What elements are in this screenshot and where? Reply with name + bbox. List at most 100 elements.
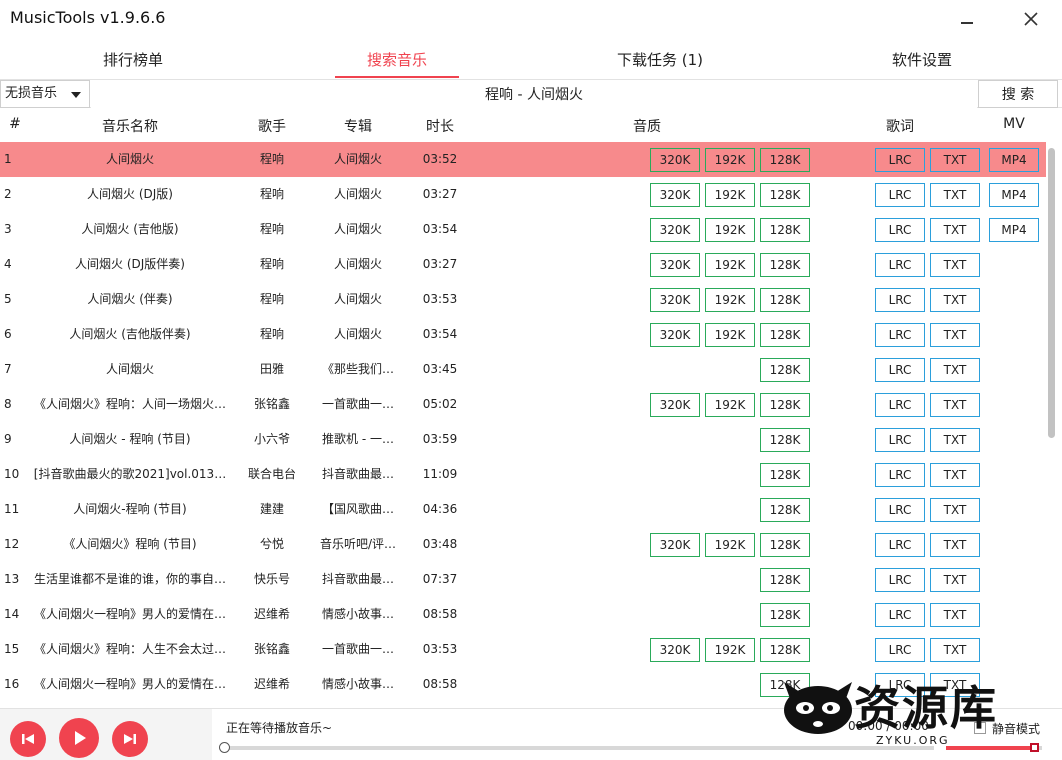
quality-320k-button[interactable]: 320K [650, 638, 700, 662]
lyrics-lrc-button[interactable]: LRC [875, 323, 925, 347]
lyrics-lrc-button[interactable]: LRC [875, 393, 925, 417]
tab-search[interactable]: 搜索音乐 [335, 40, 459, 78]
lyrics-txt-button[interactable]: TXT [930, 358, 980, 382]
lyrics-txt-button[interactable]: TXT [930, 603, 980, 627]
mv-mp4-button[interactable]: MP4 [989, 218, 1039, 242]
table-row[interactable]: 11 人间烟火-程响 (节目) 建建 【国风歌曲… 04:36 128K LRC TXT [0, 492, 1046, 527]
table-row[interactable]: 15 《人间烟火》程响：人生不会太过… 张铭鑫 一首歌曲一… 03:53 320K 192K… [0, 632, 1046, 667]
lyrics-txt-button[interactable]: TXT [930, 638, 980, 662]
lyrics-txt-button[interactable]: TXT [930, 568, 980, 592]
quality-128k-button[interactable]: 128K [760, 533, 810, 557]
quality-192k-button[interactable]: 192K [705, 393, 755, 417]
quality-192k-button[interactable]: 192K [705, 638, 755, 662]
lyrics-lrc-button[interactable]: LRC [875, 533, 925, 557]
quality-192k-button[interactable]: 192K [705, 533, 755, 557]
quality-192k-button[interactable]: 192K [705, 183, 755, 207]
table-row[interactable]: 5 人间烟火 (伴奏) 程响 人间烟火 03:53 320K 192K 128K LRC TXT [0, 282, 1046, 317]
lyrics-lrc-button[interactable]: LRC [875, 673, 925, 697]
table-row[interactable]: 12 《人间烟火》程响 (节目) 兮悦 音乐听吧/评… 03:48 320K 192K 128… [0, 527, 1046, 562]
quality-128k-button[interactable]: 128K [760, 498, 810, 522]
lyrics-lrc-button[interactable]: LRC [875, 358, 925, 382]
lyrics-lrc-button[interactable]: LRC [875, 428, 925, 452]
quality-128k-button[interactable]: 128K [760, 638, 810, 662]
volume-slider[interactable] [946, 743, 1042, 752]
quality-320k-button[interactable]: 320K [650, 148, 700, 172]
quality-320k-button[interactable]: 320K [650, 533, 700, 557]
search-button[interactable]: 搜 索 [978, 80, 1058, 108]
quality-320k-button[interactable]: 320K [650, 218, 700, 242]
lyrics-lrc-button[interactable]: LRC [875, 603, 925, 627]
lyrics-txt-button[interactable]: TXT [930, 323, 980, 347]
volume-knob[interactable] [1030, 743, 1040, 752]
quality-128k-button[interactable]: 128K [760, 673, 810, 697]
quality-320k-button[interactable]: 320K [650, 183, 700, 207]
scrollbar[interactable] [1046, 142, 1058, 702]
previous-button[interactable] [10, 721, 46, 757]
lyrics-txt-button[interactable]: TXT [930, 673, 980, 697]
quality-128k-button[interactable]: 128K [760, 428, 810, 452]
lyrics-txt-button[interactable]: TXT [930, 148, 980, 172]
quality-128k-button[interactable]: 128K [760, 463, 810, 487]
tab-charts[interactable]: 排行榜单 [62, 40, 204, 78]
table-row[interactable]: 8 《人间烟火》程响：人间一场烟火… 张铭鑫 一首歌曲一… 05:02 320K 192K 1… [0, 387, 1046, 422]
table-row[interactable]: 16 《人间烟火一程响》男人的爱情在… 迟维希 情感小故事… 08:58 128K LRC T… [0, 667, 1046, 702]
lyrics-txt-button[interactable]: TXT [930, 463, 980, 487]
quality-128k-button[interactable]: 128K [760, 183, 810, 207]
lyrics-txt-button[interactable]: TXT [930, 218, 980, 242]
quality-128k-button[interactable]: 128K [760, 253, 810, 277]
mv-mp4-button[interactable]: MP4 [989, 183, 1039, 207]
table-row[interactable]: 3 人间烟火 (吉他版) 程响 人间烟火 03:54 320K 192K 128K LRC TXT… [0, 212, 1046, 247]
quality-128k-button[interactable]: 128K [760, 568, 810, 592]
lyrics-lrc-button[interactable]: LRC [875, 288, 925, 312]
lyrics-txt-button[interactable]: TXT [930, 253, 980, 277]
quality-select[interactable]: 无损音乐 [0, 80, 90, 108]
next-button[interactable] [112, 721, 148, 757]
lyrics-txt-button[interactable]: TXT [930, 533, 980, 557]
table-row[interactable]: 7 人间烟火 田雅 《那些我们… 03:45 128K LRC TXT [0, 352, 1046, 387]
quality-128k-button[interactable]: 128K [760, 603, 810, 627]
quality-320k-button[interactable]: 320K [650, 288, 700, 312]
lyrics-lrc-button[interactable]: LRC [875, 568, 925, 592]
lyrics-txt-button[interactable]: TXT [930, 183, 980, 207]
tab-downloads[interactable]: 下载任务 (1) [588, 40, 732, 78]
table-row[interactable]: 2 人间烟火 (DJ版) 程响 人间烟火 03:27 320K 192K 128K LRC TXT… [0, 177, 1046, 212]
table-row[interactable]: 14 《人间烟火一程响》男人的爱情在… 迟维希 情感小故事… 08:58 128K LRC T… [0, 597, 1046, 632]
progress-slider[interactable] [219, 742, 934, 753]
quality-192k-button[interactable]: 192K [705, 323, 755, 347]
quality-192k-button[interactable]: 192K [705, 288, 755, 312]
quality-128k-button[interactable]: 128K [760, 218, 810, 242]
lyrics-txt-button[interactable]: TXT [930, 393, 980, 417]
table-row[interactable]: 13 生活里谁都不是谁的谁，你的事自… 快乐号 抖音歌曲最… 07:37 128K LRC T… [0, 562, 1046, 597]
lyrics-lrc-button[interactable]: LRC [875, 463, 925, 487]
lyrics-txt-button[interactable]: TXT [930, 288, 980, 312]
quality-192k-button[interactable]: 192K [705, 253, 755, 277]
lyrics-lrc-button[interactable]: LRC [875, 253, 925, 277]
lyrics-txt-button[interactable]: TXT [930, 428, 980, 452]
lyrics-lrc-button[interactable]: LRC [875, 498, 925, 522]
quality-192k-button[interactable]: 192K [705, 148, 755, 172]
tab-settings[interactable]: 软件设置 [852, 40, 992, 78]
lyrics-lrc-button[interactable]: LRC [875, 183, 925, 207]
lyrics-txt-button[interactable]: TXT [930, 498, 980, 522]
table-row[interactable]: 4 人间烟火 (DJ版伴奏) 程响 人间烟火 03:27 320K 192K 128K LRC T… [0, 247, 1046, 282]
lyrics-lrc-button[interactable]: LRC [875, 218, 925, 242]
mv-mp4-button[interactable]: MP4 [989, 148, 1039, 172]
table-row[interactable]: 6 人间烟火 (吉他版伴奏) 程响 人间烟火 03:54 320K 192K 128K LRC T… [0, 317, 1046, 352]
table-row[interactable]: 10 [抖音歌曲最火的歌2021]vol.013… 联合电台 抖音歌曲最… 11:09 1… [0, 457, 1046, 492]
quality-320k-button[interactable]: 320K [650, 393, 700, 417]
table-row[interactable]: 9 人间烟火 - 程响 (节目) 小六爷 推歌机 - 一… 03:59 128K LRC TX… [0, 422, 1046, 457]
progress-knob[interactable] [219, 742, 230, 753]
search-input[interactable] [91, 80, 977, 108]
play-button[interactable] [59, 718, 99, 758]
lyrics-lrc-button[interactable]: LRC [875, 148, 925, 172]
quality-128k-button[interactable]: 128K [760, 323, 810, 347]
quality-128k-button[interactable]: 128K [760, 358, 810, 382]
quality-128k-button[interactable]: 128K [760, 148, 810, 172]
table-row[interactable]: 1 人间烟火 程响 人间烟火 03:52 320K 192K 128K LRC TXT MP4 [0, 142, 1046, 177]
mute-checkbox[interactable] [974, 722, 986, 734]
quality-192k-button[interactable]: 192K [705, 218, 755, 242]
close-button[interactable] [1016, 6, 1046, 32]
scrollbar-thumb[interactable] [1048, 148, 1055, 438]
quality-128k-button[interactable]: 128K [760, 288, 810, 312]
quality-320k-button[interactable]: 320K [650, 253, 700, 277]
